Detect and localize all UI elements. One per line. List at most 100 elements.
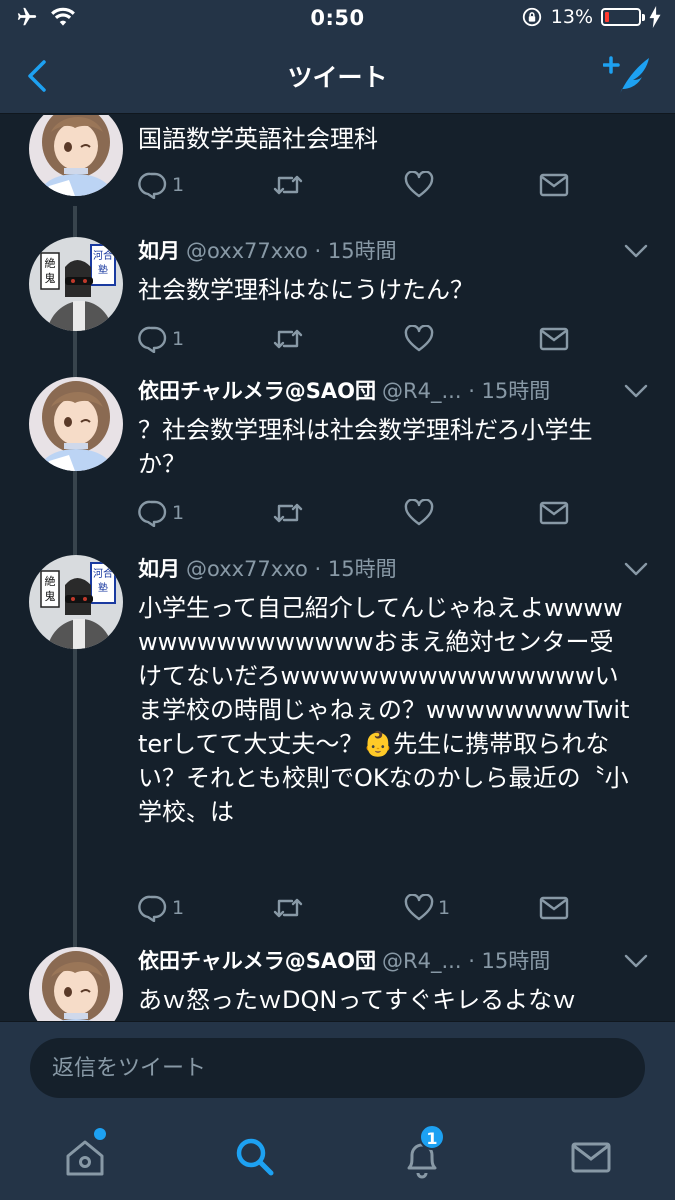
like-button[interactable] [404, 496, 438, 530]
direct-message-icon [539, 896, 569, 920]
tweet-actions: 1 [138, 496, 578, 530]
tweet-header: 依田チャルメラ@SAO団@R4_... · 15時間 [138, 947, 605, 975]
direct-message-icon [539, 501, 569, 525]
tweet-time: 15時間 [327, 557, 397, 581]
charging-icon [649, 6, 661, 28]
reply-icon [138, 500, 167, 527]
retweet-button[interactable] [272, 168, 304, 202]
tweet-time: 15時間 [481, 379, 551, 403]
reply-button[interactable]: 1 [138, 322, 184, 356]
direct-message-icon [539, 327, 569, 351]
caret-down-icon[interactable] [623, 561, 649, 577]
dm-button[interactable] [538, 322, 570, 356]
reply-button[interactable]: 1 [138, 168, 184, 202]
separator-dot: · [307, 239, 328, 263]
retweet-icon [273, 898, 303, 918]
like-icon [404, 894, 434, 921]
tweet-text: 社会数学理科はなにうけたん？ [138, 276, 474, 304]
tweet-header: 依田チャルメラ@SAO団@R4_... · 15時間 [138, 115, 605, 116]
like-button[interactable]: 1 [404, 891, 450, 925]
tweet-actions: 1 [138, 322, 578, 356]
reply-count: 1 [172, 897, 185, 919]
caret-down-icon[interactable] [623, 243, 649, 259]
user-handle: @R4_... [382, 379, 462, 403]
like-icon [404, 499, 434, 526]
search-icon [236, 1138, 274, 1176]
like-icon [404, 325, 434, 352]
svg-text:鬼: 鬼 [45, 589, 56, 603]
messages-icon [571, 1142, 611, 1173]
tab-bar: 1 [0, 1114, 675, 1200]
tweet-actions: 11 [138, 891, 578, 925]
user-handle: @oxx77xxo [186, 557, 308, 581]
battery-level [605, 12, 609, 22]
page-title: ツイート [287, 63, 388, 92]
tweet-header: 依田チャルメラ@SAO団@R4_... · 15時間 [138, 377, 605, 405]
reply-count: 1 [172, 328, 185, 350]
tab-notifications[interactable]: 1 [397, 1124, 447, 1182]
dm-button[interactable] [538, 891, 570, 925]
compose-tweet-icon[interactable] [603, 52, 653, 100]
tweet-time: 15時間 [327, 239, 397, 263]
tab-messages[interactable] [566, 1132, 616, 1182]
tab-home[interactable] [60, 1128, 110, 1182]
like-count: 1 [438, 897, 451, 919]
tweet-text: あｗ怒ったｗDQNってすぐキレるよなｗ [138, 986, 577, 1014]
reply-count: 1 [172, 174, 185, 196]
display-name[interactable]: 如月 [138, 557, 180, 581]
svg-text:鬼: 鬼 [45, 271, 56, 285]
display-name[interactable]: 如月 [138, 239, 180, 263]
notifications-badge: 1 [419, 1124, 445, 1150]
separator-dot: · [461, 949, 482, 973]
retweet-icon [273, 503, 303, 523]
reply-icon [138, 172, 167, 199]
avatar[interactable] [29, 377, 123, 471]
tweet-text: ？社会数学理科は社会数学理科だろ小学生か？ [138, 416, 593, 478]
tweet-actions: 1 [138, 168, 578, 202]
caret-down-icon[interactable] [623, 383, 649, 399]
reply-button[interactable]: 1 [138, 496, 184, 530]
dm-button[interactable] [538, 496, 570, 530]
avatar[interactable]: 絶鬼 河合塾 [29, 555, 123, 649]
user-handle: @R4_... [382, 949, 462, 973]
reply-input[interactable] [30, 1038, 645, 1098]
separator-dot: · [461, 379, 482, 403]
reply-button[interactable]: 1 [138, 891, 184, 925]
navigation-bar: ツイート [0, 38, 675, 114]
home-new-dot [94, 1128, 106, 1140]
display-name[interactable]: 依田チャルメラ@SAO団 [138, 379, 376, 403]
display-name[interactable]: 依田チャルメラ@SAO団 [138, 949, 376, 973]
reply-count: 1 [172, 502, 185, 524]
svg-text:河合: 河合 [93, 567, 113, 580]
direct-message-icon [539, 173, 569, 197]
battery-percent: 13% [550, 6, 593, 28]
svg-text:塾: 塾 [98, 581, 108, 594]
retweet-button[interactable] [272, 496, 304, 530]
home-icon [66, 1140, 104, 1176]
tweet-thread[interactable]: 依田チャルメラ@SAO団@R4_... · 15時間国語数学英語社会理科1絶鬼河… [0, 115, 675, 1021]
avatar[interactable] [29, 947, 123, 1021]
like-button[interactable] [404, 168, 438, 202]
svg-text:絶: 絶 [45, 256, 56, 270]
tweet-time: 15時間 [481, 949, 551, 973]
separator-dot: · [307, 557, 328, 581]
svg-text:塾: 塾 [98, 263, 108, 276]
tweet-header: 如月 @oxx77xxo · 15時間 [138, 237, 605, 265]
like-button[interactable] [404, 322, 438, 356]
reply-icon [138, 326, 167, 353]
retweet-button[interactable] [272, 322, 304, 356]
svg-text:河合: 河合 [93, 249, 113, 262]
avatar[interactable] [29, 115, 123, 196]
caret-down-icon[interactable] [623, 953, 649, 969]
tweet-header: 如月 @oxx77xxo · 15時間 [138, 555, 605, 583]
like-icon [404, 171, 434, 198]
status-bar: 0:50 13% [0, 0, 675, 38]
orientation-lock-icon [522, 7, 541, 27]
retweet-icon [273, 329, 303, 349]
tab-search[interactable] [230, 1132, 280, 1182]
retweet-icon [273, 175, 303, 195]
avatar[interactable]: 絶鬼 河合塾 [29, 237, 123, 331]
dm-button[interactable] [538, 168, 570, 202]
retweet-button[interactable] [272, 891, 304, 925]
svg-text:絶: 絶 [45, 574, 56, 588]
